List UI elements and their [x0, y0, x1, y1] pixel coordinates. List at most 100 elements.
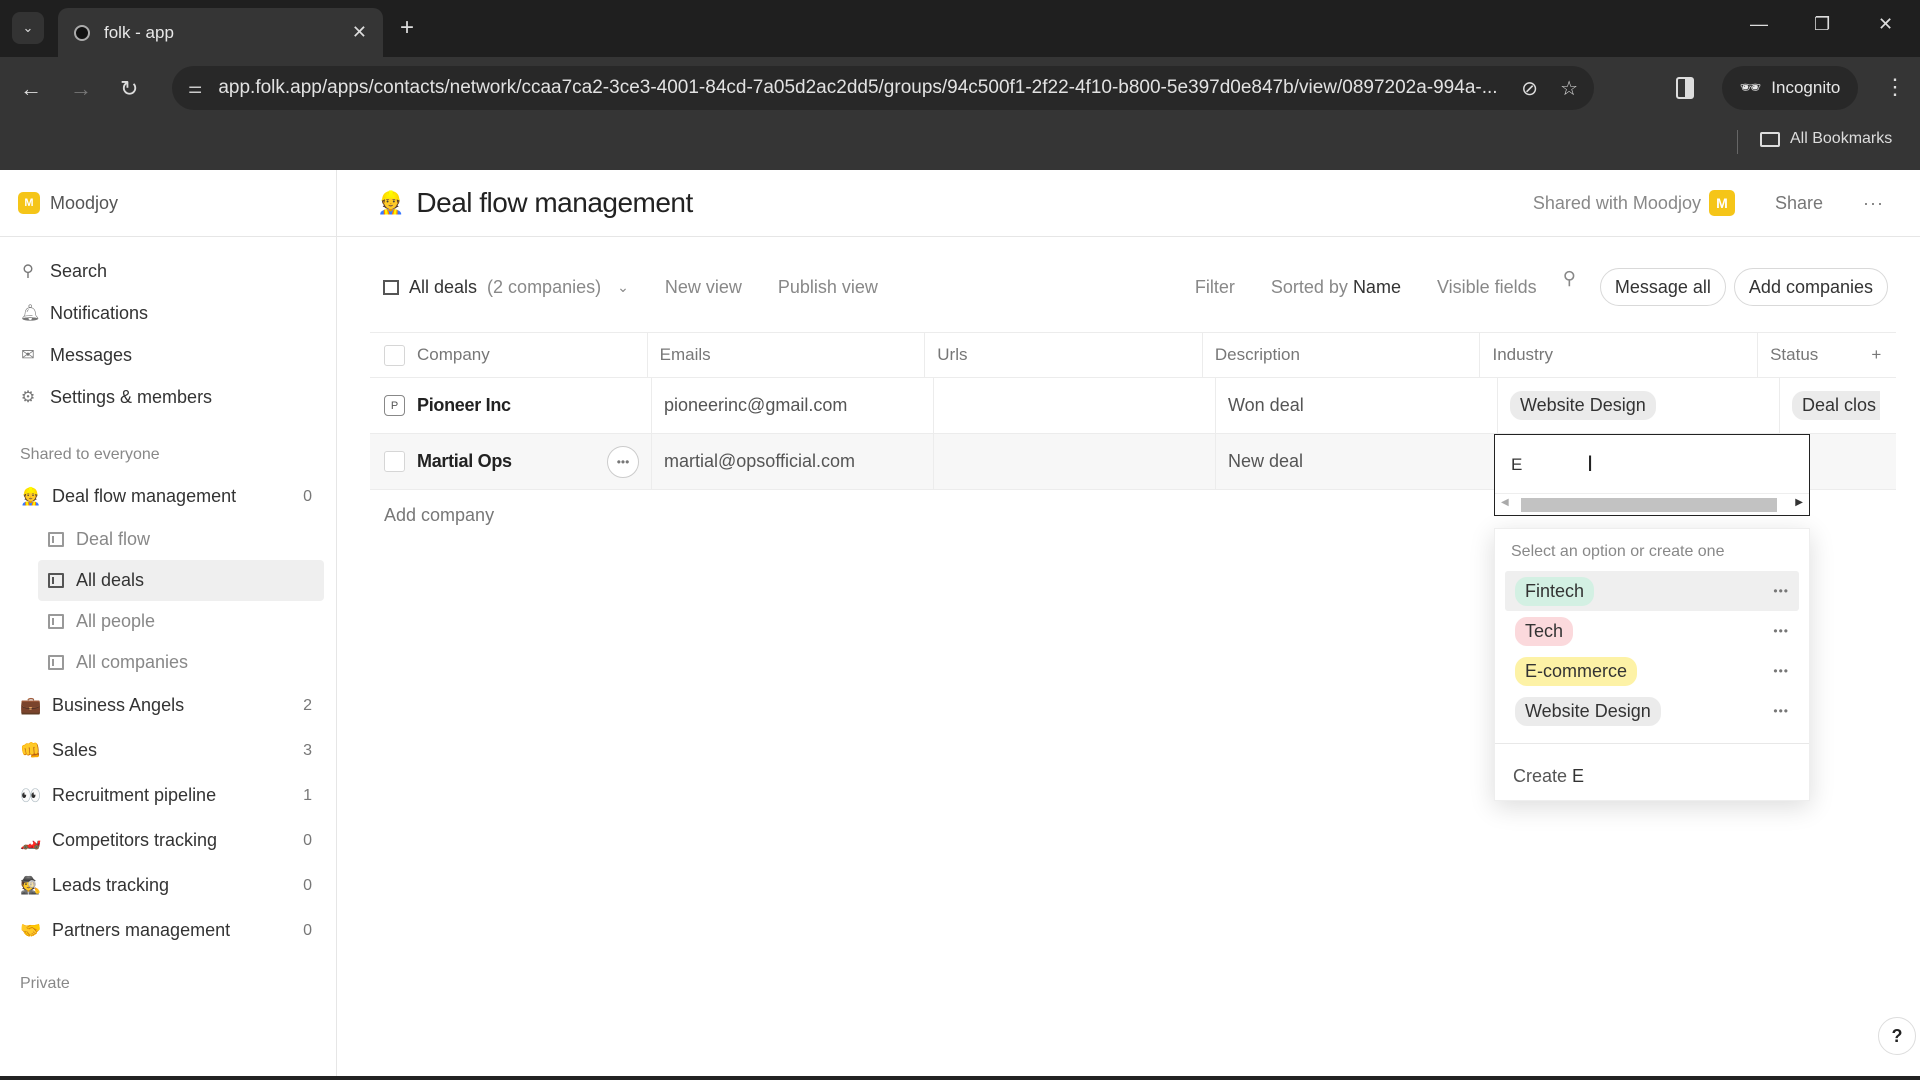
sidebar-group-deal-flow-management[interactable]: 👷 Deal flow management 0	[0, 474, 336, 519]
scrollbar-thumb[interactable]	[1521, 498, 1777, 512]
workspace-logo: M	[18, 192, 40, 214]
url-text[interactable]: app.folk.app/apps/contacts/network/ccaa7…	[218, 77, 1499, 99]
option-more-icon[interactable]: •••	[1773, 664, 1789, 678]
sidebar-group-business-angels[interactable]: 💼 Business Angels 2	[0, 683, 336, 728]
sidebar-item-settings[interactable]: ⚙ Settings & members	[0, 376, 336, 418]
industry-tag: Website Design	[1510, 391, 1656, 420]
sort-field: Name	[1352, 276, 1401, 297]
all-bookmarks-button[interactable]: All Bookmarks	[1760, 130, 1892, 148]
column-header-urls[interactable]: Urls	[925, 333, 1203, 377]
column-header-emails[interactable]: Emails	[648, 333, 926, 377]
url-cell[interactable]	[934, 434, 1216, 489]
row-checkbox[interactable]	[384, 451, 405, 472]
message-all-button[interactable]: Message all	[1599, 268, 1726, 306]
option-e-commerce[interactable]: E-commerce •••	[1505, 651, 1799, 691]
forward-icon[interactable]: →	[70, 76, 92, 102]
row-more-button[interactable]: •••	[607, 445, 639, 478]
email-cell[interactable]: martial@opsofficial.com	[652, 434, 934, 489]
create-value: E	[1572, 766, 1585, 786]
incognito-badge[interactable]: 🕶 Incognito	[1722, 66, 1858, 110]
share-button[interactable]: Share	[1775, 193, 1823, 214]
sidebar-item-messages[interactable]: ✉ Messages	[0, 334, 336, 376]
help-button[interactable]: ?	[1878, 1017, 1916, 1055]
create-option-button[interactable]: Create E	[1495, 744, 1809, 787]
eye-off-icon[interactable]: ⊘	[1521, 76, 1538, 101]
group-count: 3	[303, 741, 312, 759]
board-view-icon	[48, 532, 64, 547]
table-row[interactable]: P Pioneer Inc pioneerinc@gmail.com Won d…	[370, 378, 1896, 434]
star-icon[interactable]: ☆	[1560, 76, 1578, 101]
industry-input[interactable]: E I ◀ ▶	[1494, 434, 1810, 516]
shared-with-label[interactable]: Shared with Moodjoy	[1533, 193, 1701, 214]
option-website-design[interactable]: Website Design •••	[1505, 691, 1799, 731]
email-cell[interactable]: pioneerinc@gmail.com	[652, 378, 934, 433]
address-bar[interactable]: ⚌ app.folk.app/apps/contacts/network/cca…	[172, 66, 1594, 110]
close-window-icon[interactable]: ✕	[1878, 14, 1893, 35]
search-icon[interactable]: ⚲	[1563, 268, 1576, 306]
option-more-icon[interactable]: •••	[1773, 624, 1789, 638]
column-header-company[interactable]: Company	[370, 333, 648, 377]
url-cell[interactable]	[934, 378, 1216, 433]
reload-icon[interactable]: ↻	[120, 76, 138, 102]
minimize-icon[interactable]: —	[1750, 14, 1768, 35]
company-name[interactable]: Martial Ops	[417, 451, 512, 472]
sidebar-item-search[interactable]: ⚲ Search	[0, 250, 336, 292]
description-cell[interactable]: New deal	[1216, 434, 1498, 489]
tab-search-button[interactable]: ⌄	[12, 12, 44, 44]
company-cell[interactable]: P Pioneer Inc	[370, 378, 652, 433]
site-info-icon[interactable]: ⚌	[188, 78, 202, 98]
restore-icon[interactable]: ❐	[1814, 14, 1830, 35]
bookmarks-divider	[1737, 130, 1738, 154]
sort-button[interactable]: Sorted by Name	[1271, 277, 1401, 298]
sidebar-group-recruitment-pipeline[interactable]: 👀 Recruitment pipeline 1	[0, 773, 336, 818]
close-tab-icon[interactable]: ✕	[352, 22, 367, 43]
view-all-people[interactable]: All people	[38, 601, 324, 642]
publish-view-button[interactable]: Publish view	[778, 277, 878, 298]
company-cell[interactable]: Martial Ops •••	[370, 434, 652, 489]
horizontal-scrollbar[interactable]: ◀ ▶	[1495, 493, 1809, 515]
filter-button[interactable]: Filter	[1195, 277, 1235, 298]
sidebar-item-label: Messages	[50, 344, 133, 365]
add-companies-button[interactable]: Add companies	[1733, 268, 1888, 306]
workspace-switcher[interactable]: M Moodjoy	[0, 170, 336, 237]
sidebar-group-partners-management[interactable]: 🤝 Partners management 0	[0, 908, 336, 953]
view-all-deals[interactable]: All deals	[38, 560, 324, 601]
option-more-icon[interactable]: •••	[1773, 584, 1789, 598]
browser-menu-icon[interactable]: ⋮	[1884, 74, 1906, 100]
sidebar-group-sales[interactable]: 👊 Sales 3	[0, 728, 336, 773]
sidebar-item-notifications[interactable]: 🔔︎ Notifications	[0, 292, 336, 334]
new-tab-button[interactable]: +	[400, 14, 414, 42]
all-bookmarks-label: All Bookmarks	[1790, 130, 1893, 147]
group-count: 0	[303, 487, 312, 505]
more-options-button[interactable]: ···	[1863, 193, 1884, 214]
sidebar-group-competitors-tracking[interactable]: 🏎️ Competitors tracking 0	[0, 818, 336, 863]
table-view-icon	[48, 614, 64, 629]
company-name[interactable]: Pioneer Inc	[417, 395, 511, 416]
status-cell[interactable]: Deal clos	[1780, 378, 1880, 433]
scroll-left-icon[interactable]: ◀	[1501, 497, 1509, 508]
column-header-status[interactable]: Status	[1758, 333, 1857, 377]
select-all-checkbox[interactable]	[384, 344, 405, 366]
option-more-icon[interactable]: •••	[1773, 704, 1789, 718]
description-cell[interactable]: Won deal	[1216, 378, 1498, 433]
sidebar-item-label: Settings & members	[50, 386, 213, 407]
option-tech[interactable]: Tech •••	[1505, 611, 1799, 651]
industry-cell[interactable]: Website Design	[1498, 378, 1780, 433]
page-header: 👷 Deal flow management Shared with Moodj…	[337, 170, 1920, 237]
column-header-description[interactable]: Description	[1203, 333, 1481, 377]
table-view-icon	[383, 279, 399, 295]
view-deal-flow[interactable]: Deal flow	[38, 519, 324, 560]
scroll-right-icon[interactable]: ▶	[1795, 497, 1803, 508]
view-selector[interactable]: All deals (2 companies) ⌄	[383, 277, 629, 298]
add-column-button[interactable]: +	[1857, 333, 1896, 377]
column-header-industry[interactable]: Industry	[1480, 333, 1759, 377]
new-view-button[interactable]: New view	[665, 277, 742, 298]
view-all-companies[interactable]: All companies	[38, 642, 324, 683]
handshake-icon: 🤝	[20, 920, 42, 940]
browser-tab[interactable]: folk - app ✕	[58, 8, 383, 57]
option-fintech[interactable]: Fintech •••	[1505, 571, 1799, 611]
back-icon[interactable]: ←	[20, 76, 42, 102]
visible-fields-button[interactable]: Visible fields	[1437, 277, 1537, 298]
side-panel-icon[interactable]	[1676, 77, 1694, 99]
sidebar-group-leads-tracking[interactable]: 🕵️ Leads tracking 0	[0, 863, 336, 908]
